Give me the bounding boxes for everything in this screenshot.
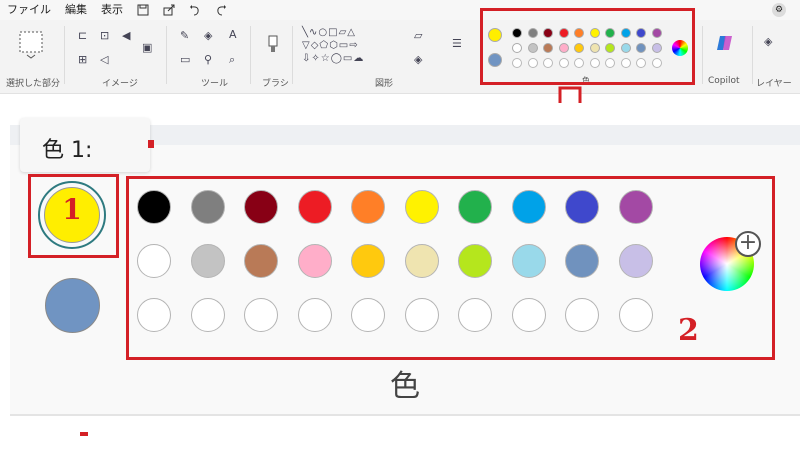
shape-fill-icon[interactable]: ◈ bbox=[414, 54, 422, 66]
color1-tooltip-text: 色 1: bbox=[42, 138, 93, 163]
ribbon-separator bbox=[752, 26, 753, 84]
menu-file[interactable]: ファイル bbox=[0, 0, 58, 20]
undo-icon[interactable] bbox=[187, 2, 203, 18]
magnifier-icon[interactable]: ⌕ bbox=[229, 54, 235, 66]
ribbon-separator bbox=[166, 26, 167, 84]
marker-2: 2 bbox=[678, 313, 699, 348]
save-icon[interactable] bbox=[135, 2, 151, 18]
colors-group-label: 色 bbox=[390, 369, 420, 404]
select-image-icon[interactable]: ⊞ bbox=[78, 54, 87, 66]
selection-icon[interactable] bbox=[18, 30, 44, 63]
redo-icon[interactable] bbox=[213, 2, 229, 18]
ribbon-separator bbox=[250, 26, 251, 84]
image-icon[interactable]: ▣ bbox=[142, 42, 152, 54]
highlight-box-ribbon-colors bbox=[480, 8, 695, 85]
shape-size-icon[interactable]: ☰ bbox=[452, 38, 462, 50]
share-icon[interactable] bbox=[161, 2, 177, 18]
ribbon-separator bbox=[292, 26, 293, 84]
group-selection-label: 選択した部分 bbox=[6, 79, 61, 89]
plus-icon: + bbox=[735, 231, 761, 257]
rotate-icon[interactable]: ◀ bbox=[122, 30, 130, 42]
group-layers-label: レイヤー bbox=[756, 79, 792, 89]
group-tools-label: ツール bbox=[201, 79, 229, 89]
layers-icon[interactable]: ◈ bbox=[764, 36, 772, 48]
zoom-bottom-line bbox=[10, 414, 800, 416]
shape-outline-icon[interactable]: ▱ bbox=[414, 30, 422, 42]
ribbon-separator bbox=[64, 26, 65, 84]
fill-icon[interactable]: ◈ bbox=[204, 30, 212, 42]
color-picker-icon[interactable]: ⚲ bbox=[204, 54, 212, 66]
color1-tooltip: 色 1: bbox=[20, 118, 150, 172]
copilot-icon[interactable] bbox=[716, 34, 734, 55]
crop-icon[interactable]: ⊏ bbox=[78, 30, 87, 42]
text-icon[interactable]: A bbox=[229, 29, 237, 41]
shapes-icon[interactable]: ╲∿○□▱△ ▽◇⬠⬡▭⇨ ⇩✧☆◯▭☁ bbox=[302, 26, 364, 65]
menu-edit[interactable]: 編集 bbox=[58, 0, 94, 20]
resize-icon[interactable]: ⊡ bbox=[100, 30, 109, 42]
group-shapes-label: 図形 bbox=[375, 79, 394, 89]
highlight-box-primary-color bbox=[28, 174, 119, 258]
group-image-label: イメージ bbox=[102, 79, 138, 89]
eraser-icon[interactable]: ▭ bbox=[180, 54, 190, 66]
group-copilot-label: Copilot bbox=[708, 76, 740, 86]
edit-colors-button[interactable]: + bbox=[700, 231, 761, 291]
flip-icon[interactable]: ◁ bbox=[100, 54, 108, 66]
red-mark bbox=[80, 432, 88, 436]
ribbon-separator bbox=[702, 26, 703, 84]
red-mark bbox=[148, 140, 154, 148]
group-brush-label: ブラシ bbox=[262, 79, 289, 89]
secondary-color-button[interactable] bbox=[45, 278, 100, 333]
brush-icon[interactable] bbox=[266, 34, 280, 59]
settings-icon[interactable]: ⚙ bbox=[772, 3, 786, 17]
pencil-icon[interactable]: ✎ bbox=[180, 30, 189, 42]
menu-view[interactable]: 表示 bbox=[94, 0, 130, 20]
